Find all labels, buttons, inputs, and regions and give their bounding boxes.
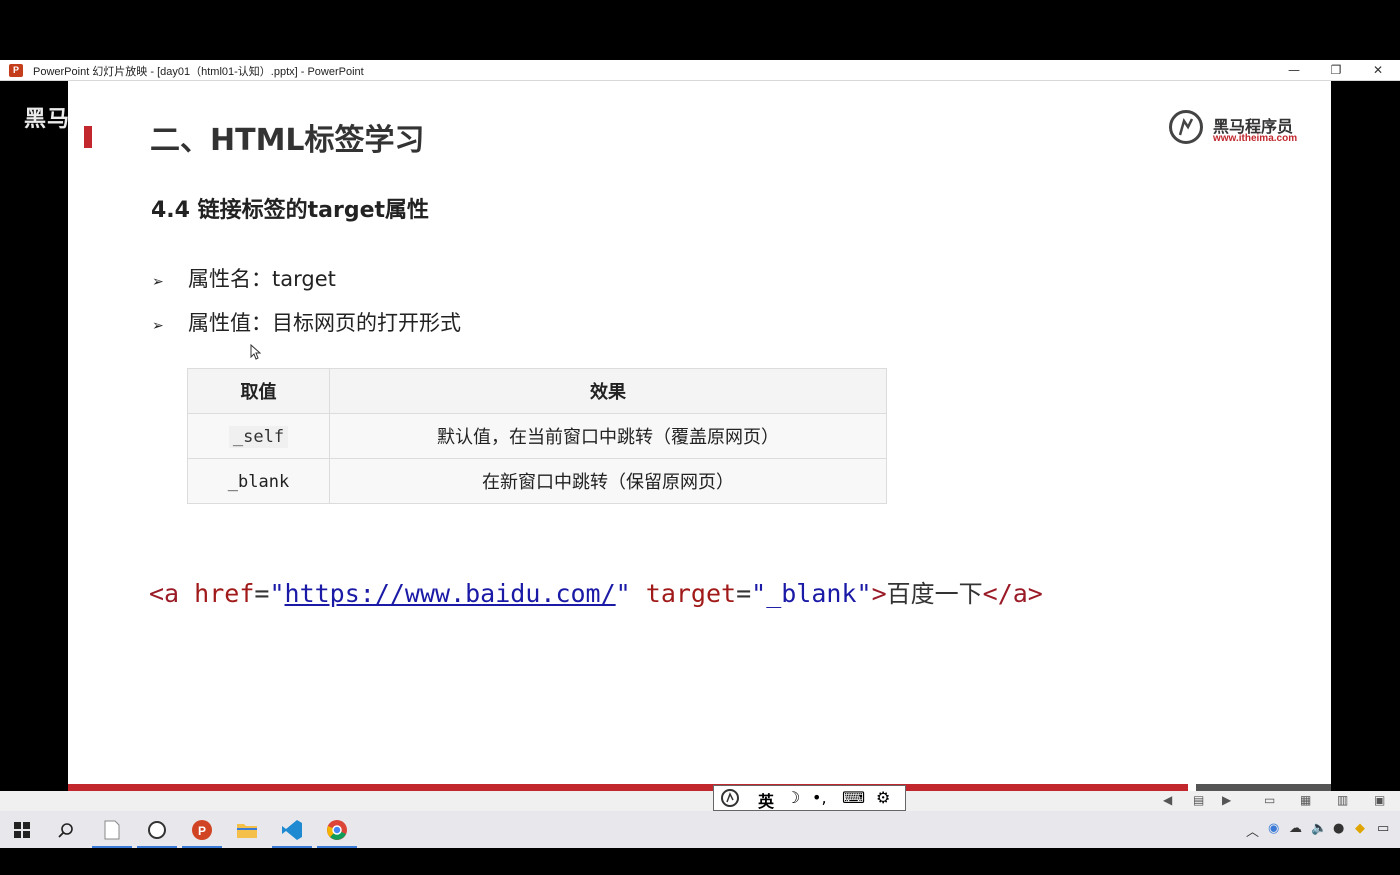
code-attr-href: href	[194, 579, 255, 608]
normal-view-icon[interactable]: ▭	[1264, 793, 1275, 807]
ime-logo-icon[interactable]	[720, 788, 742, 812]
tray-network-icon[interactable]: ◆	[1355, 821, 1365, 836]
code-quote: "	[615, 579, 631, 608]
tray-app-icon[interactable]: ◉	[1268, 821, 1279, 836]
column-header-value: 取值	[187, 368, 330, 414]
ime-mode-toggle[interactable]: 英	[758, 788, 774, 812]
slideshow-stage: 黑马 二、HTML标签学习 黑马程序员 www.itheima.com 4.4 …	[0, 81, 1400, 791]
svg-text:P: P	[198, 824, 206, 838]
slideshow-view-icon[interactable]: ▣	[1374, 793, 1385, 807]
volume-icon[interactable]: 🔈	[1311, 821, 1327, 836]
ime-toolbar: 英 ☽ •, ⌨ ⚙	[713, 785, 906, 811]
slide-title: 二、HTML标签学习	[150, 123, 425, 158]
window-title: PowerPoint 幻灯片放映 - [day01（html01-认知）.ppt…	[33, 66, 364, 78]
taskbar-vscode-icon[interactable]	[270, 811, 314, 848]
table-row: _blank 在新窗口中跳转（保留原网页）	[187, 458, 887, 504]
table-cell-value: _blank	[187, 458, 330, 504]
logo-url: www.itheima.com	[1213, 133, 1298, 144]
windows-taskbar: P	[0, 811, 1400, 848]
value-code: _self	[228, 425, 289, 448]
slide-progress-bar	[68, 784, 1188, 791]
start-button[interactable]	[0, 811, 44, 848]
previous-slide-icon[interactable]: ◀	[1163, 793, 1172, 807]
notification-icon[interactable]: ▭	[1377, 821, 1389, 836]
ime-punctuation-icon[interactable]: •,	[812, 788, 827, 807]
bullet-text: 属性值：目标网页的打开形式	[188, 311, 461, 335]
slide-progress-remaining	[1196, 784, 1331, 791]
code-link-text: 百度一下	[886, 580, 983, 608]
section-subheading: 4.4 链接标签的target属性	[151, 198, 430, 223]
taskbar-notepad-icon[interactable]	[90, 811, 134, 848]
itheima-logo: 黑马程序员 www.itheima.com	[1169, 110, 1299, 150]
onedrive-icon[interactable]: ☁	[1289, 821, 1302, 836]
bullet-item: ➢ 属性值：目标网页的打开形式	[152, 307, 461, 337]
bullet-text: 属性名：target	[188, 267, 336, 291]
bullet-arrow-icon: ➢	[152, 274, 164, 290]
taskbar-file-explorer-icon[interactable]	[225, 811, 269, 848]
logo-horse-icon	[1169, 110, 1203, 144]
taskbar-chrome-icon[interactable]	[315, 811, 359, 848]
slideshow-status-bar	[0, 791, 1400, 811]
mouse-pointer-icon	[250, 344, 262, 360]
title-accent-bar	[84, 126, 92, 148]
tray-security-icon[interactable]: ●	[1333, 821, 1344, 836]
table-cell-value: _self	[187, 413, 330, 459]
code-tag-open: <a	[149, 579, 180, 608]
code-eq: =	[736, 579, 752, 608]
next-slide-icon[interactable]: ▶	[1222, 793, 1231, 807]
code-example: <a href="https://www.baidu.com/" target=…	[149, 574, 1043, 609]
table-cell-effect: 默认值，在当前窗口中跳转（覆盖原网页）	[329, 413, 887, 459]
powerpoint-app-icon: P	[9, 64, 23, 77]
table-cell-effect: 在新窗口中跳转（保留原网页）	[329, 458, 887, 504]
code-attr-target: target	[645, 579, 737, 608]
code-quote: "	[269, 579, 285, 608]
letterbox-bottom	[0, 848, 1400, 875]
bullet-item: ➢ 属性名：target	[152, 263, 336, 293]
code-href-link[interactable]: https://www.baidu.com/	[285, 579, 616, 608]
table-header-row: 取值 效果	[187, 368, 887, 414]
minimize-button[interactable]: —	[1274, 61, 1314, 80]
tray-expand-icon[interactable]: ︿	[1246, 821, 1259, 840]
code-eq: =	[254, 579, 270, 608]
code-tag-close: </a>	[982, 579, 1043, 608]
ime-keyboard-icon[interactable]: ⌨	[842, 788, 865, 807]
watermark-text: 黑马	[24, 107, 71, 132]
code-gt: >	[871, 579, 887, 608]
window-titlebar: P PowerPoint 幻灯片放映 - [day01（html01-认知）.p…	[0, 60, 1400, 81]
taskbar-powerpoint-icon[interactable]: P	[180, 811, 224, 848]
ime-settings-icon[interactable]: ⚙	[876, 788, 890, 807]
search-icon[interactable]	[44, 811, 88, 848]
ime-halfwidth-icon[interactable]: ☽	[786, 788, 800, 807]
value-code: _blank	[227, 471, 290, 492]
target-values-table: 取值 效果 _self 默认值，在当前窗口中跳转（覆盖原网页） _blank 在…	[187, 368, 887, 504]
column-header-effect: 效果	[329, 368, 887, 414]
slide[interactable]: 二、HTML标签学习 黑马程序员 www.itheima.com 4.4 链接标…	[68, 81, 1331, 791]
reading-view-icon[interactable]: ▥	[1337, 793, 1348, 807]
table-row: _self 默认值，在当前窗口中跳转（覆盖原网页）	[187, 413, 887, 459]
slide-sorter-icon[interactable]: ▦	[1300, 793, 1311, 807]
taskbar-ime-app-icon[interactable]	[135, 811, 179, 848]
restore-button[interactable]: ❐	[1316, 61, 1356, 80]
code-target-value: "_blank"	[751, 579, 872, 608]
close-button[interactable]: ✕	[1358, 61, 1398, 80]
slide-menu-icon[interactable]: ▤	[1193, 793, 1204, 807]
bullet-arrow-icon: ➢	[152, 318, 164, 334]
